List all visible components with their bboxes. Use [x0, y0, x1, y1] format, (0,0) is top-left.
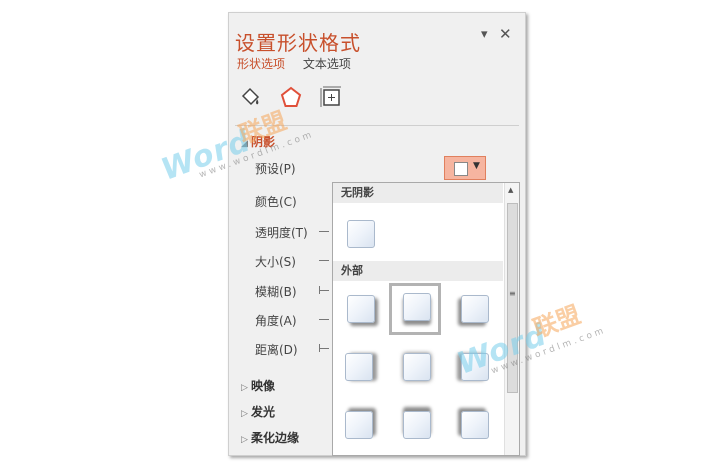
collapsed-arrow-icon: ▷: [241, 435, 248, 445]
blur-slider[interactable]: [319, 290, 329, 291]
section-glow-label: 发光: [251, 405, 276, 419]
distance-slider-thumb[interactable]: [319, 344, 320, 352]
preset-outer-offset-left[interactable]: [345, 353, 373, 381]
preset-swatch-icon: [454, 162, 468, 176]
section-reflection-label: 映像: [251, 379, 276, 393]
blur-slider-thumb[interactable]: [319, 286, 320, 294]
fill-line-icon[interactable]: [239, 85, 263, 109]
pane-options-dropdown-icon[interactable]: ▾: [481, 27, 488, 42]
prop-color: 颜色(C): [255, 195, 297, 209]
section-reflection[interactable]: ▷ 映像: [241, 377, 275, 394]
collapsed-arrow-icon: ▷: [241, 409, 248, 419]
prop-angle: 角度(A): [255, 314, 297, 328]
effects-pentagon-icon[interactable]: [279, 85, 303, 109]
distance-slider[interactable]: [319, 348, 329, 349]
pane-divider: [235, 125, 519, 126]
watermark-brand-cn: 联盟: [529, 300, 585, 344]
preset-outer-offset-diagonal-top-right[interactable]: [461, 295, 489, 323]
section-soft-edges[interactable]: ▷ 柔化边缘: [241, 429, 299, 446]
chevron-down-icon: ▼: [473, 161, 480, 171]
prop-blur: 模糊(B): [255, 285, 297, 299]
preset-outer-offset-bottom[interactable]: [403, 411, 431, 439]
section-glow[interactable]: ▷ 发光: [241, 403, 275, 420]
size-slider[interactable]: [319, 260, 329, 261]
section-soft-edges-label: 柔化边缘: [251, 431, 300, 445]
preset-outer-offset-top[interactable]: [403, 293, 431, 321]
scrollbar-thumb[interactable]: [507, 203, 518, 393]
transparency-slider[interactable]: [319, 231, 329, 232]
prop-preset: 预设(P): [255, 162, 296, 176]
collapsed-arrow-icon: ▷: [241, 383, 248, 393]
gallery-category-outer: 外部: [333, 261, 503, 281]
scroll-up-icon[interactable]: ▲: [508, 186, 513, 194]
shadow-preset-gallery: 无阴影 外部 ▲ ≡: [332, 182, 520, 456]
prop-transparency: 透明度(T): [255, 226, 308, 240]
section-shadow[interactable]: ◢ 阴影: [241, 133, 275, 150]
preset-outer-offset-diagonal-top-left[interactable]: [347, 295, 375, 323]
size-properties-icon[interactable]: [319, 85, 343, 109]
preset-outer-offset-right[interactable]: [461, 353, 489, 381]
expanded-arrow-icon: ◢: [241, 139, 248, 149]
prop-distance: 距离(D): [255, 343, 298, 357]
angle-slider[interactable]: [319, 319, 329, 320]
preset-outer-offset-center[interactable]: [403, 353, 431, 381]
shadow-preset-button[interactable]: ▼: [444, 156, 486, 180]
preset-no-shadow[interactable]: [347, 220, 375, 248]
tab-text-options[interactable]: 文本选项: [303, 55, 351, 72]
close-icon[interactable]: ✕: [499, 25, 512, 43]
gallery-scrollbar[interactable]: ▲ ≡: [504, 183, 519, 455]
tab-shape-options[interactable]: 形状选项: [237, 55, 285, 72]
scroll-grip-icon: ≡: [509, 289, 516, 298]
pane-tabs: 形状选项 文本选项: [237, 55, 365, 72]
gallery-category-no-shadow: 无阴影: [333, 183, 503, 203]
pane-title: 设置形状格式: [235, 31, 361, 55]
prop-size: 大小(S): [255, 255, 296, 269]
preset-outer-offset-diagonal-bottom-right[interactable]: [461, 411, 489, 439]
preset-outer-offset-diagonal-bottom-left[interactable]: [345, 411, 373, 439]
section-shadow-label: 阴影: [251, 135, 276, 149]
